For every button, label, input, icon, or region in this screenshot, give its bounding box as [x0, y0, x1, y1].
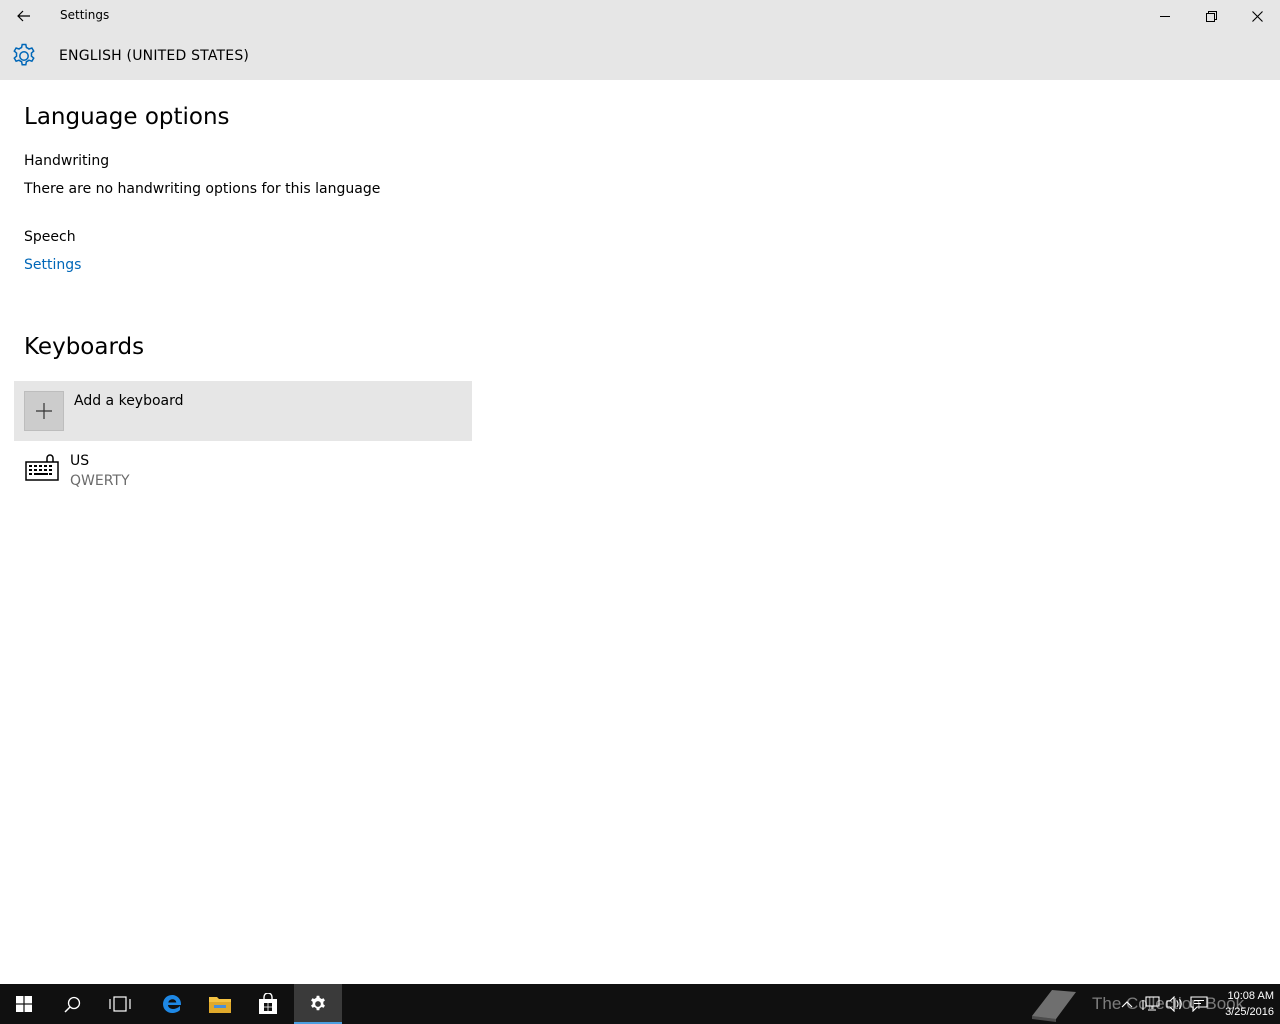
taskbar: The Collection Book 10:08 AM 3/25/2016 — [0, 984, 1280, 1024]
search-icon — [63, 996, 80, 1013]
keyboard-icon — [25, 454, 59, 481]
keyboard-name: US — [70, 453, 90, 469]
minimize-button[interactable] — [1142, 0, 1188, 32]
store-icon — [259, 993, 277, 1014]
task-view-button[interactable] — [96, 984, 144, 1024]
gear-icon — [13, 43, 35, 66]
tray-overflow-button[interactable] — [1117, 994, 1137, 1014]
windows-logo-icon — [16, 996, 32, 1012]
language-options-heading: Language options — [24, 104, 230, 130]
network-icon — [1142, 996, 1160, 1011]
clock-time: 10:08 AM — [1227, 990, 1274, 1002]
settings-taskbar-button[interactable] — [294, 984, 342, 1024]
close-icon — [1251, 10, 1263, 22]
add-keyboard-button[interactable]: Add a keyboard — [14, 381, 472, 441]
plus-icon — [24, 391, 64, 431]
edge-icon — [163, 995, 182, 1013]
add-keyboard-label: Add a keyboard — [74, 393, 184, 409]
book-icon — [1032, 990, 1076, 1022]
start-button[interactable] — [0, 984, 48, 1024]
taskbar-clock[interactable]: 10:08 AM 3/25/2016 — [1206, 988, 1274, 1020]
speech-settings-link[interactable]: Settings — [24, 257, 81, 273]
network-button[interactable] — [1141, 994, 1161, 1014]
task-view-icon — [109, 996, 131, 1012]
settings-content: Language options Handwriting There are n… — [0, 80, 1280, 984]
edge-button[interactable] — [148, 984, 196, 1024]
back-button[interactable] — [0, 0, 48, 32]
volume-button[interactable] — [1165, 994, 1185, 1014]
restore-icon — [1205, 10, 1217, 22]
keyboard-layout: QWERTY — [70, 473, 130, 489]
page-header: ENGLISH (UNITED STATES) — [0, 32, 1280, 80]
handwriting-label: Handwriting — [24, 153, 110, 169]
handwriting-message: There are no handwriting options for thi… — [24, 181, 381, 197]
close-button[interactable] — [1234, 0, 1280, 32]
speech-label: Speech — [24, 229, 76, 245]
gear-icon — [311, 995, 325, 1011]
minimize-icon — [1160, 16, 1170, 17]
restore-button[interactable] — [1188, 0, 1234, 32]
chevron-up-icon — [1121, 1001, 1133, 1008]
window-title: Settings — [60, 8, 110, 22]
page-title: ENGLISH (UNITED STATES) — [59, 48, 250, 64]
search-button[interactable] — [48, 984, 96, 1024]
title-bar: Settings — [0, 0, 1280, 32]
store-button[interactable] — [244, 984, 292, 1024]
file-explorer-button[interactable] — [196, 984, 244, 1024]
arrow-left-icon — [17, 10, 30, 22]
folder-icon — [209, 997, 231, 1013]
keyboards-heading: Keyboards — [24, 334, 145, 360]
volume-icon — [1166, 996, 1182, 1012]
clock-date: 3/25/2016 — [1225, 1006, 1274, 1018]
keyboard-item-us[interactable]: US QWERTY — [14, 450, 472, 498]
